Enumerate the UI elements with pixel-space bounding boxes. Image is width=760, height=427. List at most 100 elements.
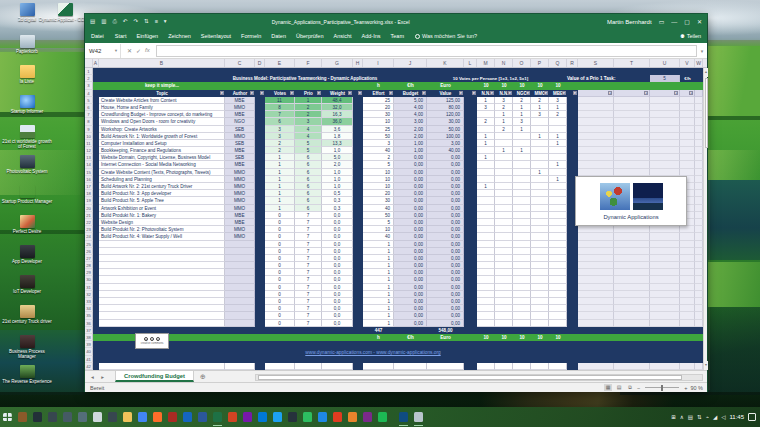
cell-N11[interactable]	[495, 140, 513, 147]
cell-T5[interactable]	[614, 97, 650, 104]
cell-G14[interactable]: 2,0	[322, 161, 353, 168]
cell-H4[interactable]: ▾	[353, 90, 363, 97]
cell-O1[interactable]	[513, 68, 531, 75]
column-header-S[interactable]: S	[578, 59, 614, 67]
cell-H9[interactable]	[353, 126, 363, 133]
row-header-42[interactable]: 42	[85, 363, 93, 370]
cell-V13[interactable]	[680, 154, 695, 161]
cell-S1[interactable]	[578, 68, 614, 75]
add-sheet-button[interactable]: ⊕	[200, 373, 206, 381]
cell-B8[interactable]: Windows and Open Doors - room for creati…	[99, 118, 225, 125]
cell-O24[interactable]	[513, 233, 531, 240]
ribbon-tab-datei[interactable]: Datei	[85, 33, 110, 39]
cell-Q8[interactable]	[549, 118, 567, 125]
row-header-3[interactable]: 3	[85, 82, 93, 89]
cell-K10[interactable]: 100,00	[427, 133, 464, 140]
cell-I33[interactable]: 1	[363, 298, 394, 305]
cell-V7[interactable]	[680, 111, 695, 118]
filter-icon[interactable]: ▾	[260, 91, 264, 95]
fx-icon[interactable]: fx	[145, 47, 150, 54]
cell-B27[interactable]	[99, 255, 225, 262]
cell-H39[interactable]	[353, 341, 363, 348]
filter-icon[interactable]: ▾	[422, 91, 426, 95]
column-header-O[interactable]: O	[513, 59, 531, 67]
cell-P30[interactable]	[531, 276, 549, 283]
cell-W33[interactable]	[695, 298, 703, 305]
cell-H17[interactable]	[353, 183, 363, 190]
cell-W36[interactable]	[695, 320, 703, 327]
cell-G31[interactable]: 0,0	[322, 284, 353, 291]
cell-U35[interactable]	[650, 312, 680, 319]
cell-B31[interactable]	[99, 284, 225, 291]
cell-M15[interactable]	[477, 169, 495, 176]
cell-O33[interactable]	[513, 298, 531, 305]
cell-W24[interactable]	[695, 233, 703, 240]
cell-U2[interactable]: 5	[650, 75, 680, 82]
cell-W7[interactable]	[695, 111, 703, 118]
cell-L5[interactable]	[464, 97, 477, 104]
cell-B7[interactable]: Crowdfunding Budget - Improve concept, d…	[99, 111, 225, 118]
cell-Q1[interactable]	[549, 68, 567, 75]
taskbar-icon-firefox[interactable]	[150, 407, 165, 427]
cell-D33[interactable]	[255, 298, 265, 305]
cell-D5[interactable]	[255, 97, 265, 104]
cell-I22[interactable]: 5	[363, 219, 394, 226]
cell-Q13[interactable]	[549, 154, 567, 161]
cell-N25[interactable]	[495, 241, 513, 248]
cell-I18[interactable]: 20	[363, 190, 394, 197]
cell-U40[interactable]	[650, 348, 680, 355]
cell-V10[interactable]	[680, 133, 695, 140]
cell-H27[interactable]	[353, 255, 363, 262]
cell-B20[interactable]: Artwork Exhibition or Event	[99, 205, 225, 212]
cell-R4[interactable]: ▾	[567, 90, 578, 97]
cell-U38[interactable]	[650, 334, 680, 341]
row-header-19[interactable]: 19	[85, 197, 93, 204]
cell-M39[interactable]	[477, 341, 495, 348]
row-header-18[interactable]: 18	[85, 190, 93, 197]
cell-W10[interactable]	[695, 133, 703, 140]
cell-J21[interactable]: 0,00	[394, 212, 427, 219]
cell-Q17[interactable]	[549, 183, 567, 190]
cell-L41[interactable]	[464, 356, 477, 363]
row-header-36[interactable]: 36	[85, 320, 93, 327]
cell-I28[interactable]: 1	[363, 262, 394, 269]
cell-P10[interactable]: 1	[531, 133, 549, 140]
cell-I27[interactable]: 1	[363, 255, 394, 262]
cell-M34[interactable]	[477, 305, 495, 312]
cell-L20[interactable]	[464, 205, 477, 212]
cell-J23[interactable]: 0,00	[394, 226, 427, 233]
cell-W37[interactable]	[695, 327, 703, 334]
cell-H20[interactable]	[353, 205, 363, 212]
cell-K20[interactable]: 0,00	[427, 205, 464, 212]
cell-S23[interactable]	[578, 226, 614, 233]
cell-I19[interactable]: 30	[363, 197, 394, 204]
cell-B34[interactable]	[99, 305, 225, 312]
cell-V6[interactable]	[680, 104, 695, 111]
cell-C6[interactable]: MMO	[225, 104, 255, 111]
row-header-40[interactable]: 40	[85, 348, 93, 355]
cell-D13[interactable]	[255, 154, 265, 161]
cell-F3[interactable]	[295, 82, 322, 89]
cell-T12[interactable]	[614, 147, 650, 154]
cancel-icon[interactable]: ✕	[127, 47, 132, 54]
cell-P12[interactable]	[531, 147, 549, 154]
ribbon-tab-zeichnen[interactable]: Zeichnen	[163, 33, 196, 39]
cell-S29[interactable]	[578, 269, 614, 276]
cell-F4[interactable]: Prio▾	[295, 90, 322, 97]
cell-B42[interactable]	[99, 363, 225, 370]
cell-O7[interactable]: 1	[513, 111, 531, 118]
cell-N21[interactable]	[495, 212, 513, 219]
cell-K22[interactable]: 0,00	[427, 219, 464, 226]
cell-S12[interactable]	[578, 147, 614, 154]
cell-V5[interactable]	[680, 97, 695, 104]
taskbar-icon-box[interactable]	[15, 407, 30, 427]
cell-Q28[interactable]	[549, 262, 567, 269]
cell-V33[interactable]	[680, 298, 695, 305]
row-header-11[interactable]: 11	[85, 140, 93, 147]
cell-E6[interactable]: 8	[265, 104, 295, 111]
cell-J34[interactable]: 0,00	[394, 305, 427, 312]
cell-I20[interactable]: 40	[363, 205, 394, 212]
cell-L40[interactable]	[464, 348, 477, 355]
cell-M11[interactable]: 1	[477, 140, 495, 147]
cell-P15[interactable]: 1	[531, 169, 549, 176]
